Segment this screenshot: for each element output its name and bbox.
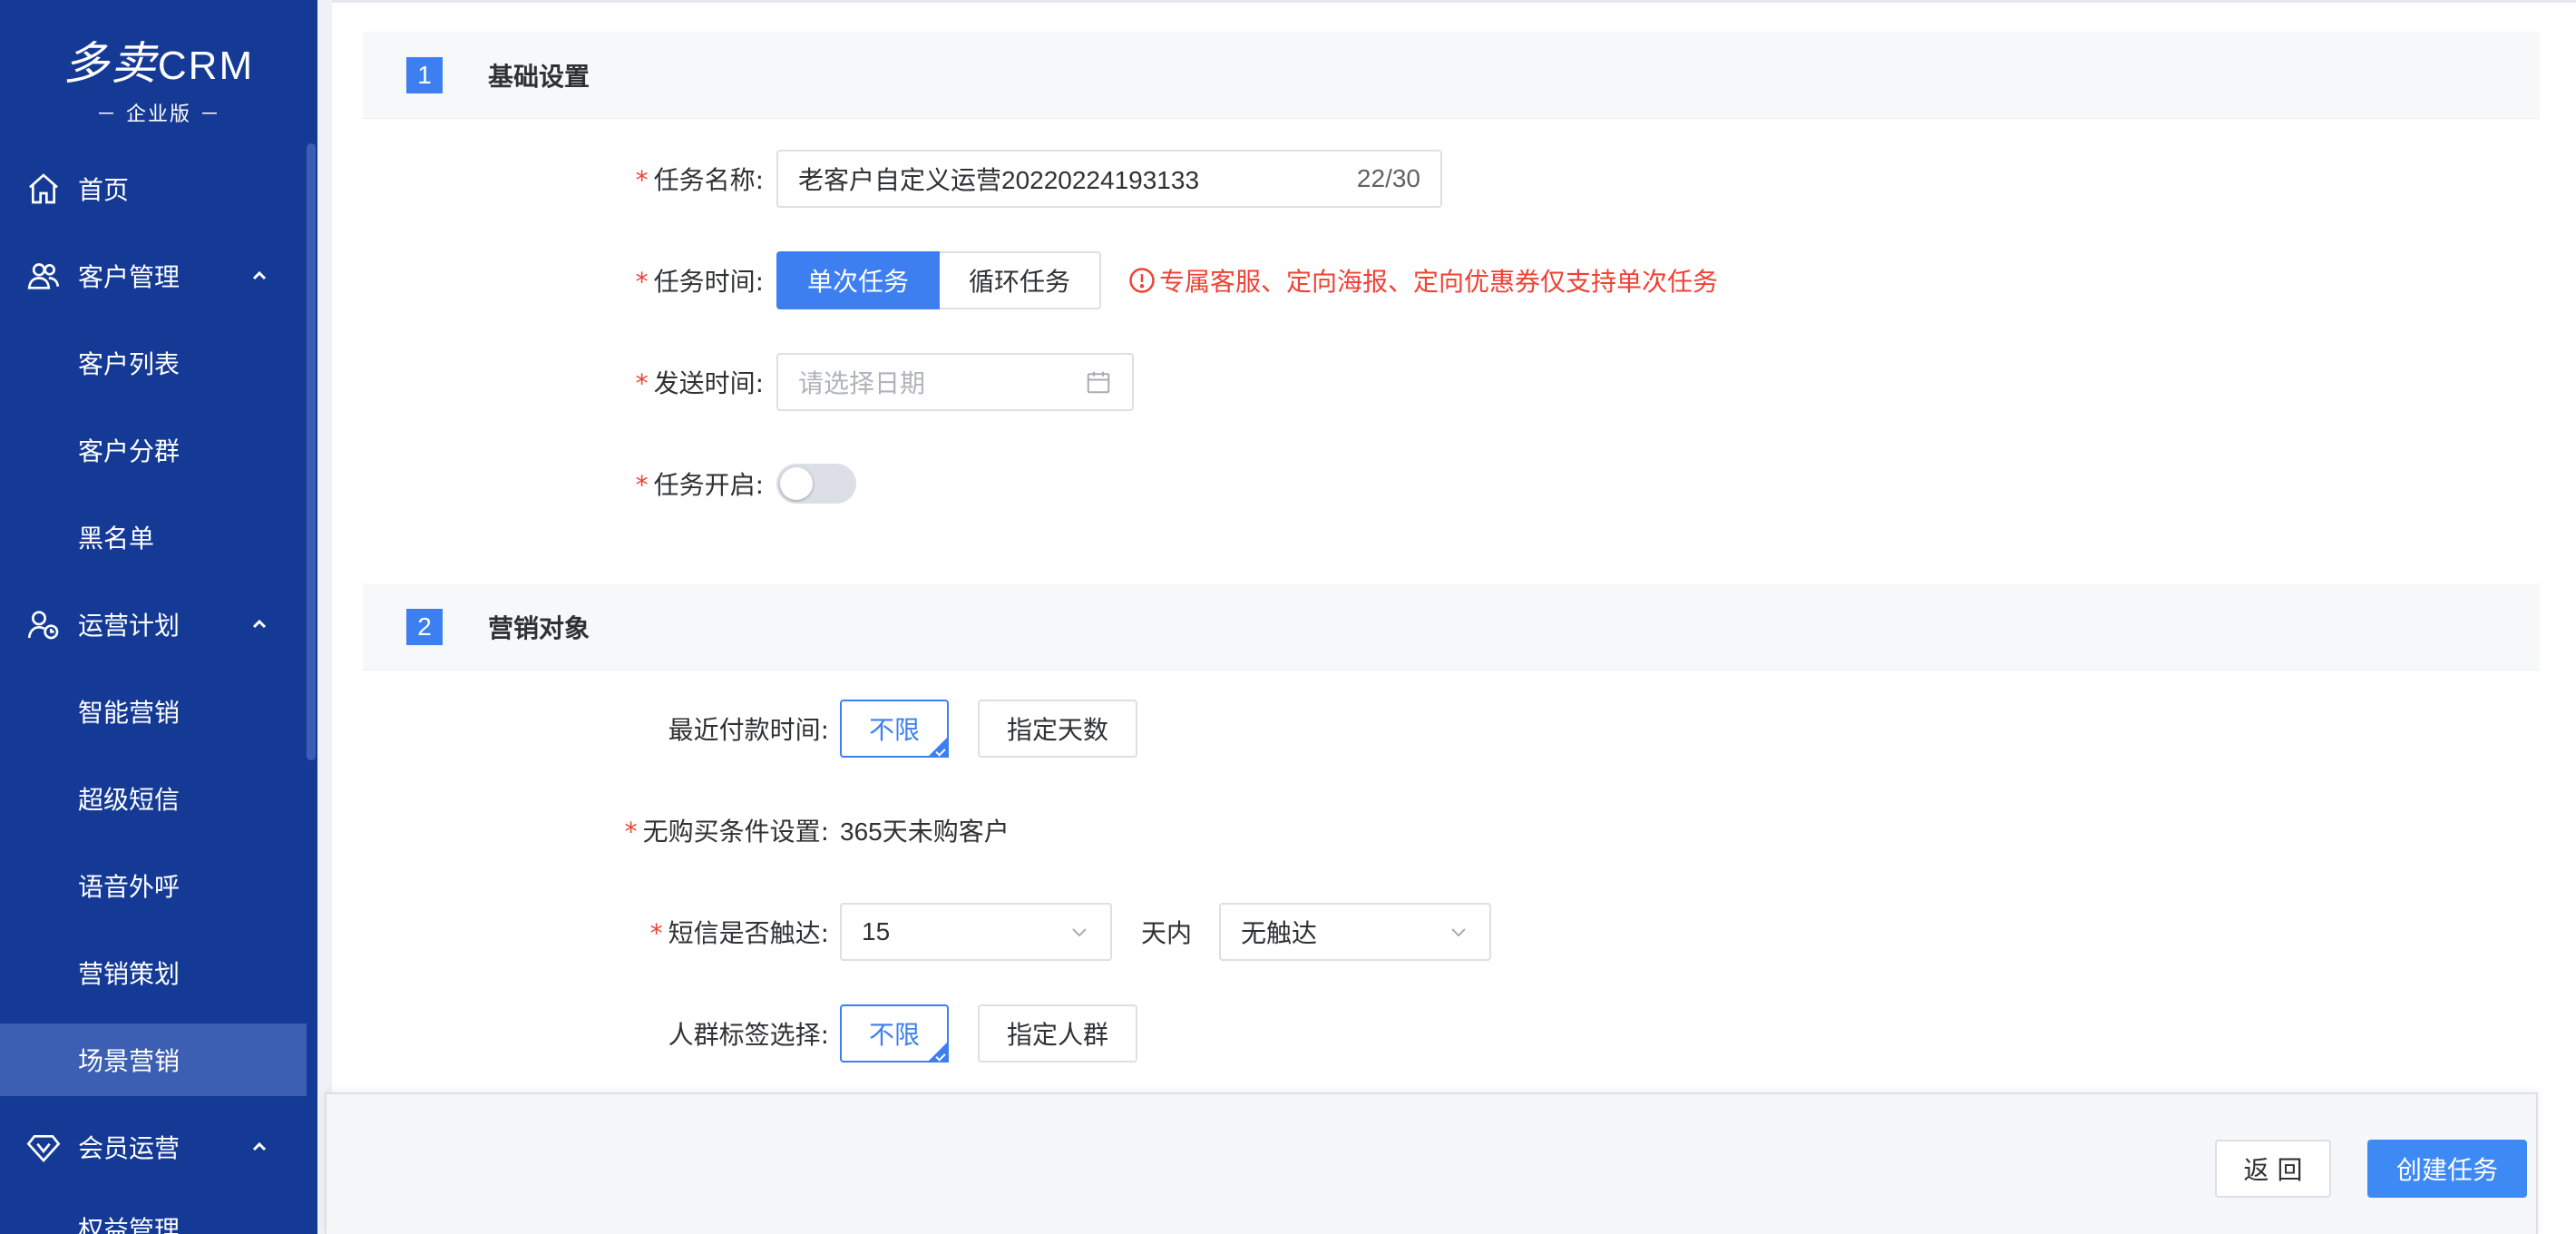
task-name-row: * 任务名称: 老客户自定义运营20220224193133 22/30 <box>628 150 1442 208</box>
sms-reach-row: * 短信是否触达: 15 天内 无触达 <box>628 903 1492 961</box>
sidebar: 多卖CRM － 企业版 － 首页 客户管理 客户列表 客户分群 黑名单 运营计划… <box>0 0 317 1234</box>
nav-scene-marketing[interactable]: 场景营销 <box>0 1023 307 1096</box>
nav-home[interactable]: 首页 <box>0 152 307 225</box>
toggle-knob <box>780 467 813 500</box>
nav-voice-call[interactable]: 语音外呼 <box>0 849 307 922</box>
logo-subtitle: － 企业版 － <box>96 103 221 126</box>
nav-label: 客户分群 <box>78 436 181 466</box>
pay-time-unlimited-chip[interactable]: 不限 <box>840 700 950 758</box>
date-placeholder: 请选择日期 <box>798 369 926 397</box>
task-enable-toggle[interactable] <box>776 464 856 504</box>
nav-blacklist[interactable]: 黑名单 <box>0 501 307 573</box>
nav-member-operation[interactable]: 会员运营 <box>0 1111 307 1183</box>
nav-customer-management[interactable]: 客户管理 <box>0 240 307 312</box>
send-time-date-picker[interactable]: 请选择日期 <box>776 353 1134 411</box>
sidebar-scrollbar[interactable] <box>307 143 316 760</box>
sms-reach-label: * 短信是否触达: <box>649 918 829 948</box>
nav-label: 智能营销 <box>78 698 181 728</box>
send-time-row: * 发送时间: 请选择日期 <box>628 353 1134 411</box>
sms-reach-select[interactable]: 无触达 <box>1219 903 1492 961</box>
task-type-warning: 专属客服、定向海报、定向优惠券仅支持单次任务 <box>1128 262 1718 299</box>
chevron-up-icon <box>252 270 267 280</box>
chevron-up-icon <box>252 1141 267 1151</box>
nav-benefit-management[interactable]: 权益管理 <box>0 1192 307 1234</box>
chip-label: 不限 <box>869 715 921 745</box>
nav-label: 运营计划 <box>78 611 181 641</box>
select-value: 无触达 <box>1241 919 1318 947</box>
sms-days-select[interactable]: 15 <box>840 903 1112 961</box>
task-time-label: * 任务时间: <box>635 267 764 297</box>
task-name-label: * 任务名称: <box>635 165 764 195</box>
chevron-down-icon <box>1072 928 1087 937</box>
recent-pay-row: 最近付款时间: 不限 指定天数 <box>628 700 1138 758</box>
nav-super-sms[interactable]: 超级短信 <box>0 762 307 835</box>
recurring-task-button[interactable]: 循环任务 <box>940 251 1102 309</box>
select-value: 15 <box>862 917 891 945</box>
footer-action-bar: 返 回 创建任务 <box>325 1092 2538 1234</box>
nav-operation-plan[interactable]: 运营计划 <box>0 588 307 661</box>
crowd-unlimited-chip[interactable]: 不限 <box>840 1004 950 1063</box>
task-name-input[interactable]: 老客户自定义运营20220224193133 22/30 <box>776 150 1442 208</box>
warning-icon <box>1129 268 1155 293</box>
char-count: 22/30 <box>1356 164 1420 192</box>
pay-time-specify-days-chip[interactable]: 指定天数 <box>978 700 1138 758</box>
nav-label: 客户列表 <box>78 349 181 379</box>
task-enable-row: * 任务开启: <box>628 455 856 513</box>
nav-label: 黑名单 <box>78 524 155 553</box>
crowd-tag-label: 人群标签选择: <box>668 1020 829 1050</box>
nav-customer-groups[interactable]: 客户分群 <box>0 414 307 486</box>
calendar-icon <box>1087 371 1110 394</box>
no-purchase-value: 365天未购客户 <box>840 818 1010 846</box>
no-purchase-label: * 无购买条件设置: <box>624 817 829 847</box>
section-basic-settings-header: 1 基础设置 <box>363 32 2540 119</box>
logo-crm: CRM <box>157 44 255 88</box>
no-purchase-row: * 无购买条件设置: 365天未购客户 <box>615 801 1010 859</box>
users-icon <box>25 258 62 294</box>
section-title: 营销对象 <box>488 612 590 643</box>
section-marketing-target-header: 2 营销对象 <box>363 583 2540 671</box>
single-task-button[interactable]: 单次任务 <box>776 251 941 309</box>
nav-label: 超级短信 <box>78 785 181 815</box>
task-type-segment: 单次任务 循环任务 <box>776 251 1102 309</box>
nav-label: 营销策划 <box>78 959 181 989</box>
section-title: 基础设置 <box>488 61 590 92</box>
nav-label: 权益管理 <box>78 1215 181 1234</box>
create-task-button[interactable]: 创建任务 <box>2367 1140 2527 1198</box>
plan-icon <box>25 606 62 642</box>
logo-brand: 多卖 <box>63 37 158 90</box>
section-number: 1 <box>406 56 443 93</box>
logo: 多卖CRM － 企业版 － <box>0 0 317 129</box>
nav-label: 场景营销 <box>78 1046 181 1076</box>
recent-pay-label: 最近付款时间: <box>668 715 829 745</box>
nav-label: 客户管理 <box>78 262 181 292</box>
nav-label: 语音外呼 <box>78 872 181 902</box>
nav-label: 首页 <box>78 175 130 205</box>
nav-customer-list[interactable]: 客户列表 <box>0 327 307 399</box>
chip-label: 不限 <box>869 1020 921 1050</box>
warning-text: 专属客服、定向海报、定向优惠券仅支持单次任务 <box>1159 267 1719 297</box>
specify-crowd-chip[interactable]: 指定人群 <box>978 1004 1138 1063</box>
home-icon <box>25 171 62 207</box>
chevron-up-icon <box>252 619 267 629</box>
logo-title: 多卖CRM <box>0 27 317 93</box>
nav-smart-marketing[interactable]: 智能营销 <box>0 675 307 748</box>
section-number: 2 <box>406 608 443 645</box>
task-enable-label: * 任务开启: <box>635 470 764 500</box>
crowd-tag-row: 人群标签选择: 不限 指定人群 <box>628 1004 1138 1063</box>
task-time-row: * 任务时间: 单次任务 循环任务 专属客服、定向海报、定向优惠券仅支持单次任务 <box>628 251 1718 309</box>
main-content: 1 基础设置 * 任务名称: 老客户自定义运营20220224193133 22/… <box>332 0 2576 1234</box>
chevron-down-icon <box>1451 928 1466 937</box>
back-button[interactable]: 返 回 <box>2215 1140 2331 1198</box>
diamond-icon <box>25 1129 62 1165</box>
nav-marketing-plan[interactable]: 营销策划 <box>0 936 307 1009</box>
sms-within-text: 天内 <box>1141 918 1193 948</box>
task-name-value: 老客户自定义运营20220224193133 <box>798 166 1200 194</box>
nav-label: 会员运营 <box>78 1133 181 1163</box>
send-time-label: * 发送时间: <box>635 368 764 398</box>
